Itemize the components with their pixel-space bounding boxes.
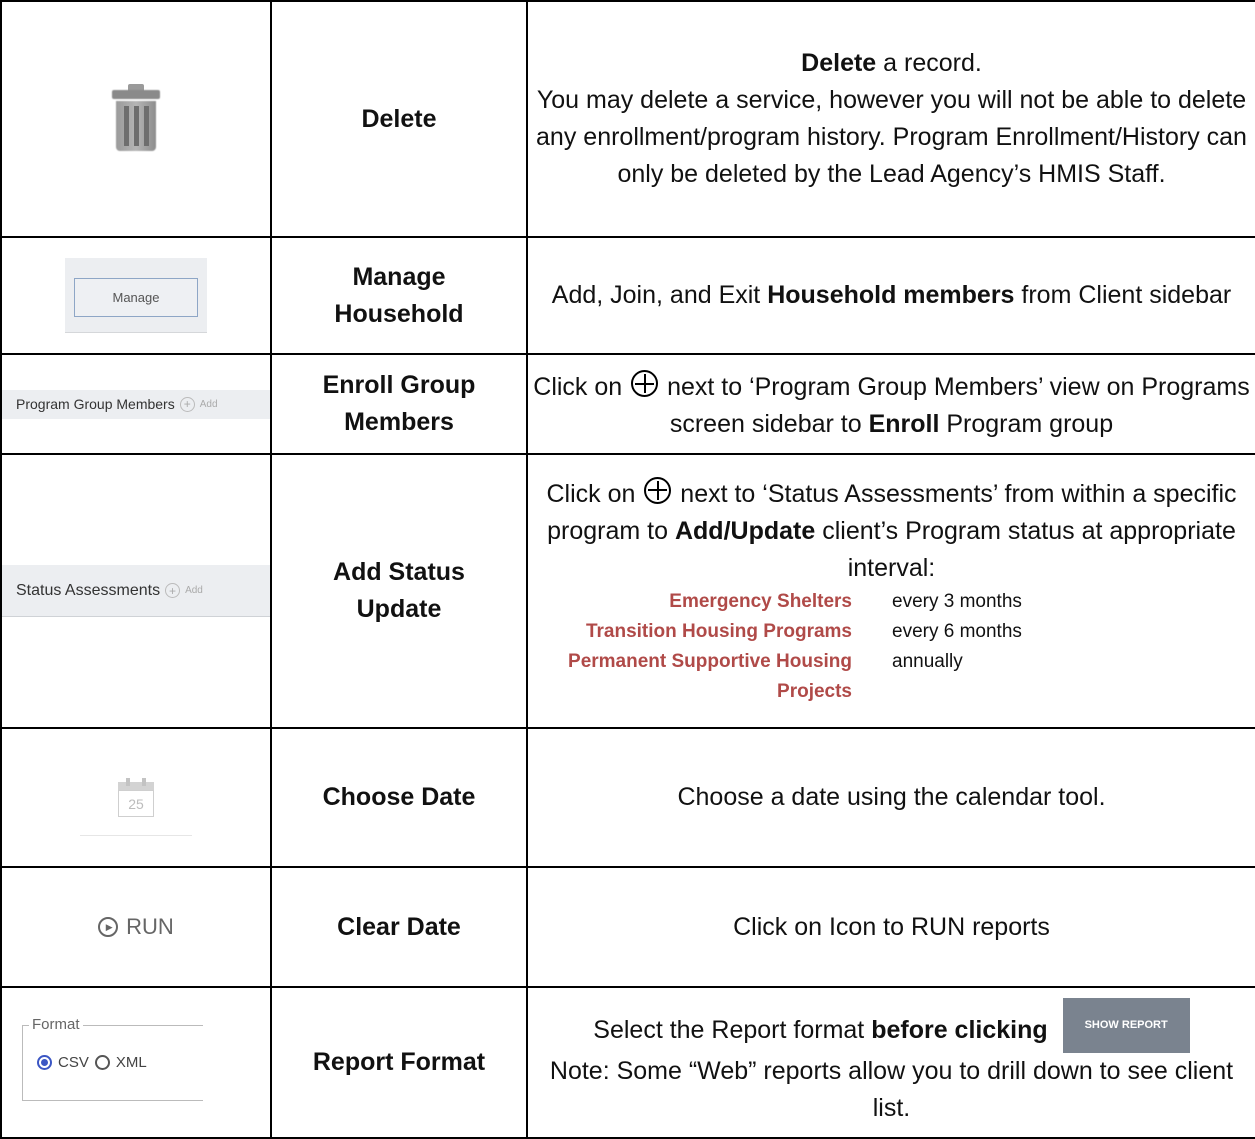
name-line: Members bbox=[344, 408, 454, 436]
function-description: Click on next to ‘Program Group Members’… bbox=[526, 353, 1255, 455]
plus-circle-icon bbox=[631, 370, 659, 397]
function-description: Add, Join, and Exit Household members fr… bbox=[526, 236, 1255, 355]
plus-circle-icon[interactable]: + bbox=[179, 396, 195, 412]
interval-list: Emergency Shelters every 3 months Transi… bbox=[552, 587, 1112, 707]
icon-cell: Status Assessments + Add bbox=[0, 453, 272, 729]
name-line: Update bbox=[356, 595, 442, 623]
function-name: Manage Household bbox=[270, 236, 528, 355]
desc-bold: Add/Update bbox=[674, 516, 816, 545]
show-report-button[interactable]: SHOW REPORT bbox=[1062, 998, 1190, 1053]
desc-bold: Delete bbox=[801, 49, 877, 77]
function-description: Delete a record. You may delete a servic… bbox=[526, 0, 1255, 238]
desc-text: Click on bbox=[546, 479, 636, 508]
xml-label: XML bbox=[115, 1053, 147, 1071]
function-name: Report Format bbox=[270, 986, 528, 1139]
desc-text: a record. bbox=[876, 49, 982, 77]
icon-cell: Program Group Members + Add bbox=[0, 353, 272, 455]
desc-text: from Client sidebar bbox=[1014, 281, 1232, 309]
table-row-delete: Delete Delete a record. You may delete a… bbox=[0, 0, 1255, 238]
function-name: Enroll Group Members bbox=[270, 353, 528, 455]
manage-button[interactable]: Manage bbox=[74, 278, 198, 317]
name-line: Enroll Group bbox=[322, 371, 476, 399]
manage-panel: Manage bbox=[65, 258, 207, 333]
table-row-choose-date: 25 Choose Date Choose a date using the c… bbox=[0, 727, 1255, 868]
add-link[interactable]: Add bbox=[200, 399, 218, 410]
icon-cell: Format CSV XML bbox=[0, 986, 272, 1139]
name-line: Household bbox=[334, 299, 464, 328]
play-icon: ▶ bbox=[98, 917, 119, 937]
add-link[interactable]: Add bbox=[185, 585, 203, 596]
icon-cell: ▶ RUN bbox=[0, 866, 272, 988]
desc-bold: before clicking bbox=[871, 1016, 1048, 1044]
name-line: Add Status bbox=[333, 558, 465, 586]
interval-frequency: every 3 months bbox=[892, 590, 1022, 612]
function-name: Choose Date bbox=[270, 727, 528, 868]
calendar-icon[interactable]: 25 bbox=[118, 778, 154, 817]
name-line: Manage bbox=[352, 262, 446, 291]
interval-program: Transition Housing Programs bbox=[585, 620, 852, 642]
csv-label: CSV bbox=[58, 1053, 89, 1071]
run-button[interactable]: ▶ RUN bbox=[98, 914, 174, 940]
plus-circle-icon[interactable]: + bbox=[165, 583, 181, 598]
sidebar-program-group-members: Program Group Members + Add bbox=[3, 389, 269, 419]
interval-program: Emergency Shelters bbox=[669, 590, 852, 612]
table-row-clear-date: ▶ RUN Clear Date Click on Icon to RUN re… bbox=[0, 866, 1255, 988]
desc-text: Click on bbox=[533, 373, 623, 401]
function-name: Delete bbox=[270, 0, 528, 238]
help-table: Delete Delete a record. You may delete a… bbox=[0, 0, 1255, 1139]
icon-cell: Manage bbox=[0, 236, 272, 355]
trash-icon[interactable] bbox=[108, 84, 164, 154]
function-name: Add Status Update bbox=[270, 453, 528, 729]
function-name: Clear Date bbox=[270, 866, 528, 988]
format-fieldset: Format CSV XML bbox=[22, 1015, 203, 1101]
function-description: Click on Icon to RUN reports bbox=[526, 866, 1255, 988]
run-label: RUN bbox=[126, 914, 174, 939]
desc-bold: Household members bbox=[767, 281, 1015, 309]
calendar-day: 25 bbox=[118, 790, 154, 817]
icon-cell: 25 bbox=[0, 727, 272, 868]
sidebar-label: Program Group Members bbox=[16, 396, 175, 412]
csv-radio[interactable] bbox=[37, 1054, 52, 1070]
function-description: Select the Report format before clicking… bbox=[526, 986, 1255, 1139]
desc-text: You may delete a service, however you wi… bbox=[536, 86, 1247, 188]
desc-text: Note: Some “Web” reports allow you to dr… bbox=[549, 1057, 1234, 1122]
interval-program: Permanent Supportive Housing Projects bbox=[568, 650, 852, 702]
plus-circle-icon bbox=[644, 476, 672, 504]
function-description: Choose a date using the calendar tool. bbox=[526, 727, 1255, 868]
calendar-panel: 25 bbox=[80, 760, 192, 836]
table-row-enroll-group: Program Group Members + Add Enroll Group… bbox=[0, 353, 1255, 455]
interval-frequency: annually bbox=[892, 650, 963, 672]
desc-text: client’s Program status at appropriate i… bbox=[815, 516, 1236, 582]
table-row-manage-household: Manage Manage Household Add, Join, and E… bbox=[0, 236, 1255, 355]
function-description: Click on next to ‘Status Assessments’ fr… bbox=[526, 453, 1255, 729]
sidebar-status-assessments: Status Assessments + Add bbox=[3, 565, 269, 617]
desc-text: Add, Join, and Exit bbox=[551, 281, 768, 309]
desc-text: Select the Report format bbox=[593, 1016, 872, 1044]
icon-cell bbox=[0, 0, 272, 238]
table-row-status-update: Status Assessments + Add Add Status Upda… bbox=[0, 453, 1255, 729]
desc-text: Program group bbox=[939, 410, 1114, 438]
desc-bold: Enroll bbox=[868, 410, 940, 438]
format-legend: Format bbox=[29, 1015, 83, 1033]
xml-radio[interactable] bbox=[94, 1054, 110, 1070]
table-row-report-format: Format CSV XML Report Format Select the … bbox=[0, 986, 1255, 1139]
sidebar-label: Status Assessments bbox=[16, 581, 161, 599]
interval-frequency: every 6 months bbox=[892, 620, 1022, 642]
